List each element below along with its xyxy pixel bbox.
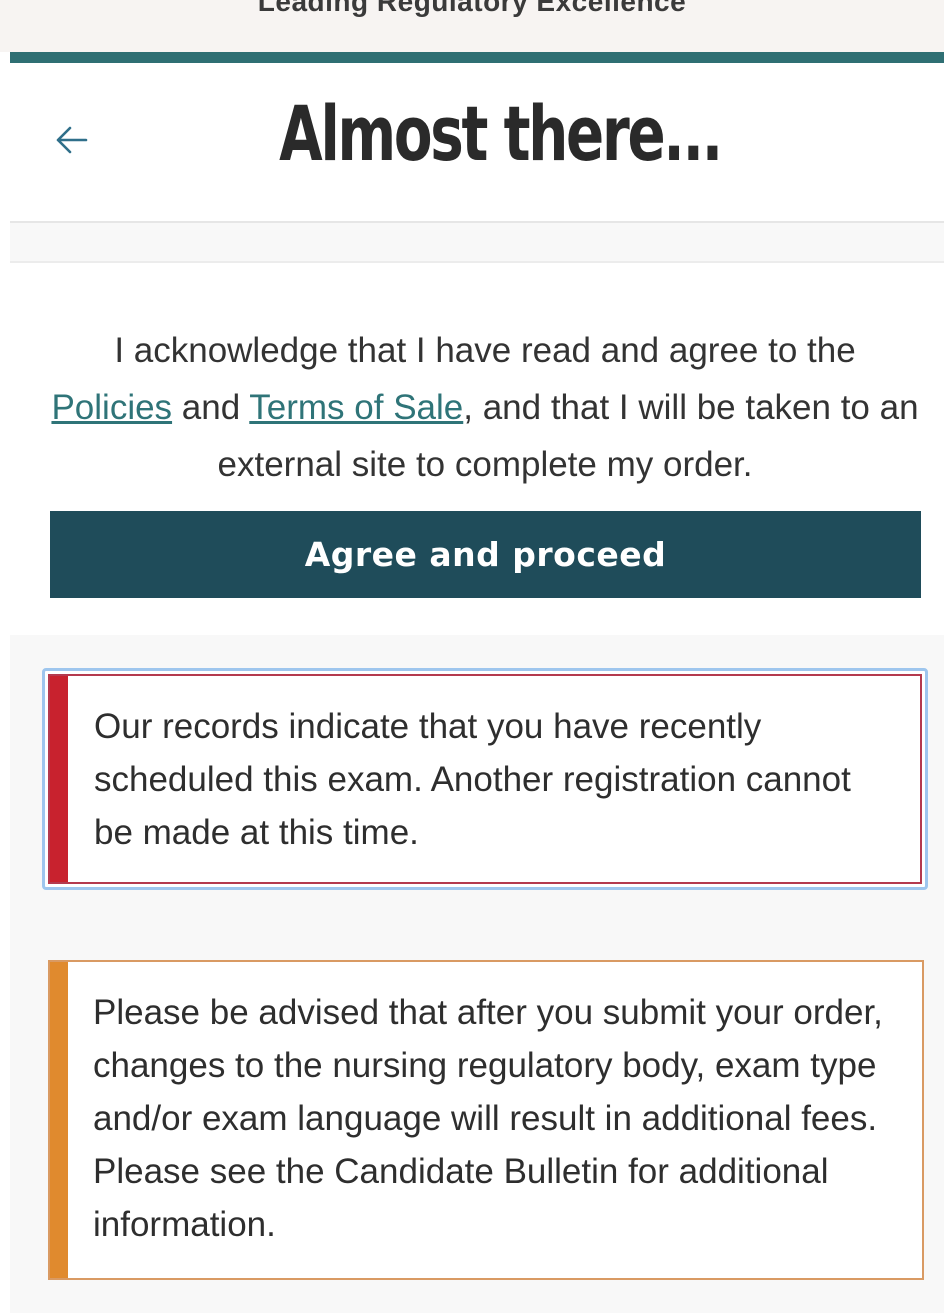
- ack-text-before: I acknowledge that I have read and agree…: [114, 331, 856, 370]
- warning-alert-stripe: [50, 962, 68, 1278]
- arrow-left-icon: [56, 126, 88, 154]
- error-alert-box: Our records indicate that you have recen…: [48, 674, 922, 884]
- header-accent-bar: [10, 52, 944, 63]
- policies-link[interactable]: Policies: [51, 388, 172, 427]
- acknowledgement-text: I acknowledge that I have read and agree…: [50, 322, 920, 493]
- site-tagline: Leading Regulatory Excellence: [257, 0, 687, 17]
- agree-and-proceed-button[interactable]: Agree and proceed: [50, 511, 921, 598]
- warning-alert-message: Please be advised that after you submit …: [93, 993, 883, 1244]
- back-button[interactable]: [48, 117, 94, 163]
- subheader-band: [10, 223, 944, 263]
- ack-text-and: and: [172, 388, 250, 427]
- page-title: Almost there...: [279, 89, 723, 178]
- error-alert: Our records indicate that you have recen…: [42, 668, 928, 890]
- warning-alert: Please be advised that after you submit …: [48, 960, 924, 1280]
- error-alert-message: Our records indicate that you have recen…: [94, 707, 851, 852]
- terms-of-sale-link[interactable]: Terms of Sale: [249, 388, 463, 427]
- error-alert-stripe: [50, 676, 68, 882]
- page-header: Almost there...: [10, 63, 944, 223]
- top-tagline-strip: Leading Regulatory Excellence: [0, 0, 944, 52]
